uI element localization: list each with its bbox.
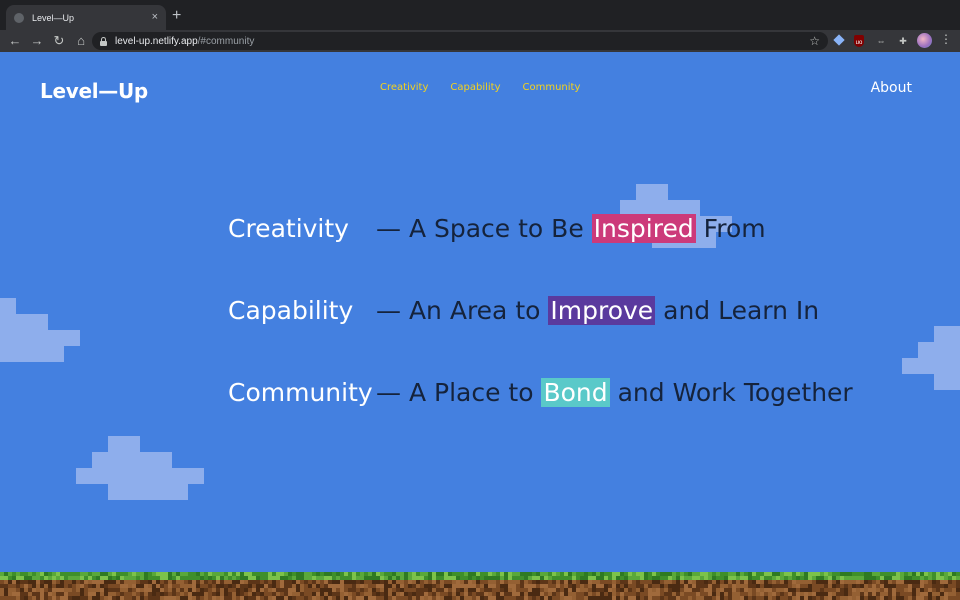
puzzle-icon[interactable]: ✚ (896, 34, 910, 48)
highlight-improve: Improve (548, 296, 656, 325)
globe-icon (14, 12, 24, 23)
nav-link-community[interactable]: Community (523, 82, 581, 93)
close-icon[interactable]: × (152, 12, 158, 23)
back-icon[interactable]: ← (4, 31, 26, 51)
forward-icon[interactable]: → (26, 31, 48, 51)
highlight-inspired: Inspired (591, 214, 696, 243)
reload-icon[interactable]: ↻ (48, 31, 70, 51)
site-logo[interactable]: Level—Up (40, 79, 148, 103)
ublock-extension-icon[interactable]: uo (852, 34, 866, 48)
star-icon[interactable]: ☆ (809, 34, 820, 48)
tab-title: Level—Up (32, 12, 75, 23)
home-icon[interactable]: ⌂ (70, 31, 92, 51)
nav-link-capability[interactable]: Capability (450, 82, 500, 93)
page-viewport: Level—Up Creativity Capability Community… (0, 52, 960, 600)
feature-description: — A Place to Bond and Work Together (376, 378, 853, 407)
nav-link-creativity[interactable]: Creativity (380, 82, 428, 93)
pixel-ground (0, 572, 960, 600)
url-path: /#community (197, 35, 255, 47)
browser-tab[interactable]: Level—Up × (6, 5, 166, 30)
highlight-bond: Bond (541, 378, 610, 407)
browser-toolbar: ← → ↻ ⌂ level-up.netlify.app /#community… (0, 30, 960, 52)
feature-description: — A Space to Be Inspired From (376, 214, 766, 243)
diamond-extension-icon[interactable] (832, 34, 846, 48)
url-host: level-up.netlify.app (115, 35, 198, 47)
browser-tabstrip: Level—Up × + (0, 0, 960, 30)
feature-keyword: Creativity (228, 214, 349, 243)
feature-keyword: Capability (228, 296, 354, 325)
feature-description: — An Area to Improve and Learn In (376, 296, 820, 325)
menu-icon[interactable]: ⋮ (940, 32, 952, 46)
about-link[interactable]: About (871, 80, 912, 96)
link-extension-icon[interactable]: ⇔ (874, 34, 888, 48)
address-bar[interactable]: level-up.netlify.app /#community ☆ (92, 32, 828, 50)
new-tab-button[interactable]: + (172, 7, 181, 25)
feature-keyword: Community (228, 378, 373, 407)
main-nav: Creativity Capability Community (380, 82, 580, 93)
avatar[interactable] (917, 33, 932, 48)
lock-icon[interactable] (100, 36, 107, 46)
